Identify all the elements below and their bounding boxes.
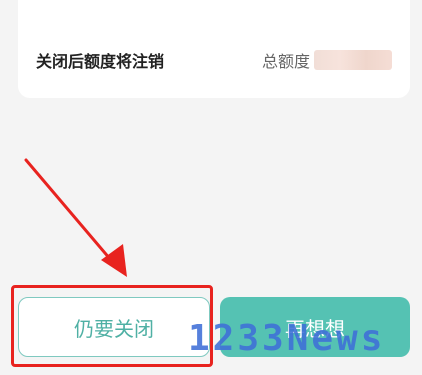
watermark: 1233News	[188, 318, 386, 359]
confirm-close-button[interactable]: 仍要关闭	[18, 297, 210, 357]
